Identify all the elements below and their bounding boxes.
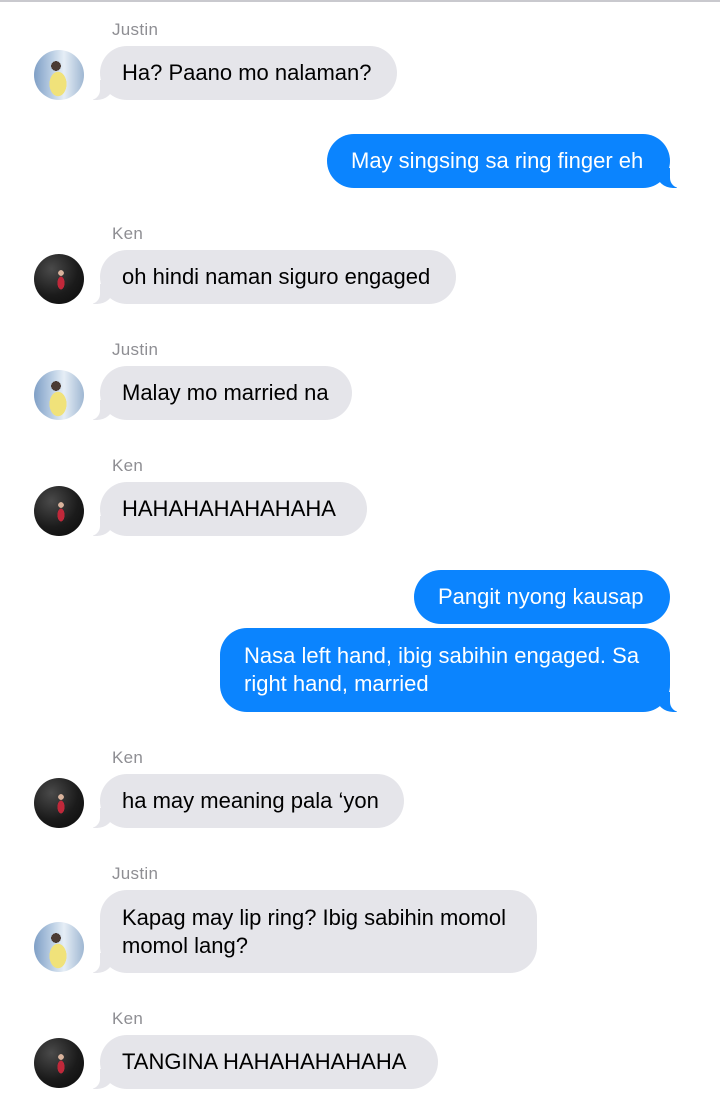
- message-text: HAHAHAHAHAHAHA: [122, 496, 336, 521]
- message-text: oh hindi naman siguro engaged: [122, 264, 431, 289]
- message-text: ha may meaning pala ‘yon: [122, 788, 379, 813]
- sender-name: Justin: [112, 864, 159, 883]
- message-text: Nasa left hand, ibig sabihin engaged. Sa…: [244, 643, 640, 696]
- sender-name: Ken: [112, 748, 144, 767]
- message-bubble-incoming[interactable]: TANGINA HAHAHAHAHAHA: [90, 1035, 438, 1089]
- message-bubble-incoming[interactable]: HAHAHAHAHAHAHA: [90, 482, 367, 536]
- message-bubble-outgoing[interactable]: Nasa left hand, ibig sabihin engaged. Sa…: [220, 628, 680, 712]
- message-bubble-incoming[interactable]: oh hindi naman siguro engaged: [90, 250, 456, 304]
- message-text: Ha? Paano mo nalaman?: [122, 60, 372, 85]
- message-text: TANGINA HAHAHAHAHAHA: [122, 1049, 407, 1074]
- message-bubble-outgoing[interactable]: Pangit nyong kausap: [414, 570, 670, 624]
- message-bubble-incoming[interactable]: Kapag may lip ring? Ibig sabihin momol m…: [90, 890, 537, 973]
- sender-name: Justin: [112, 340, 159, 359]
- message-text: Pangit nyong kausap: [438, 584, 644, 609]
- sender-name: Ken: [112, 456, 144, 475]
- top-divider: [0, 0, 720, 2]
- message-bubble-incoming[interactable]: Malay mo married na: [90, 366, 352, 420]
- ken-avatar[interactable]: [34, 486, 84, 536]
- message-bubble-incoming[interactable]: ha may meaning pala ‘yon: [90, 774, 404, 828]
- sender-name: Ken: [112, 224, 144, 243]
- justin-avatar[interactable]: [34, 922, 84, 972]
- ken-avatar[interactable]: [34, 254, 84, 304]
- message-text: May singsing sa ring finger eh: [351, 148, 644, 173]
- ken-avatar[interactable]: [34, 1038, 84, 1088]
- message-text: Malay mo married na: [122, 380, 329, 405]
- justin-avatar[interactable]: [34, 50, 84, 100]
- ken-avatar[interactable]: [34, 778, 84, 828]
- justin-avatar[interactable]: [34, 370, 84, 420]
- message-bubble-outgoing[interactable]: May singsing sa ring finger eh: [327, 134, 680, 188]
- message-bubble-incoming[interactable]: Ha? Paano mo nalaman?: [90, 46, 397, 100]
- sender-name: Justin: [112, 20, 159, 39]
- sender-name: Ken: [112, 1009, 144, 1028]
- message-text: Kapag may lip ring? Ibig sabihin momol m…: [122, 905, 506, 958]
